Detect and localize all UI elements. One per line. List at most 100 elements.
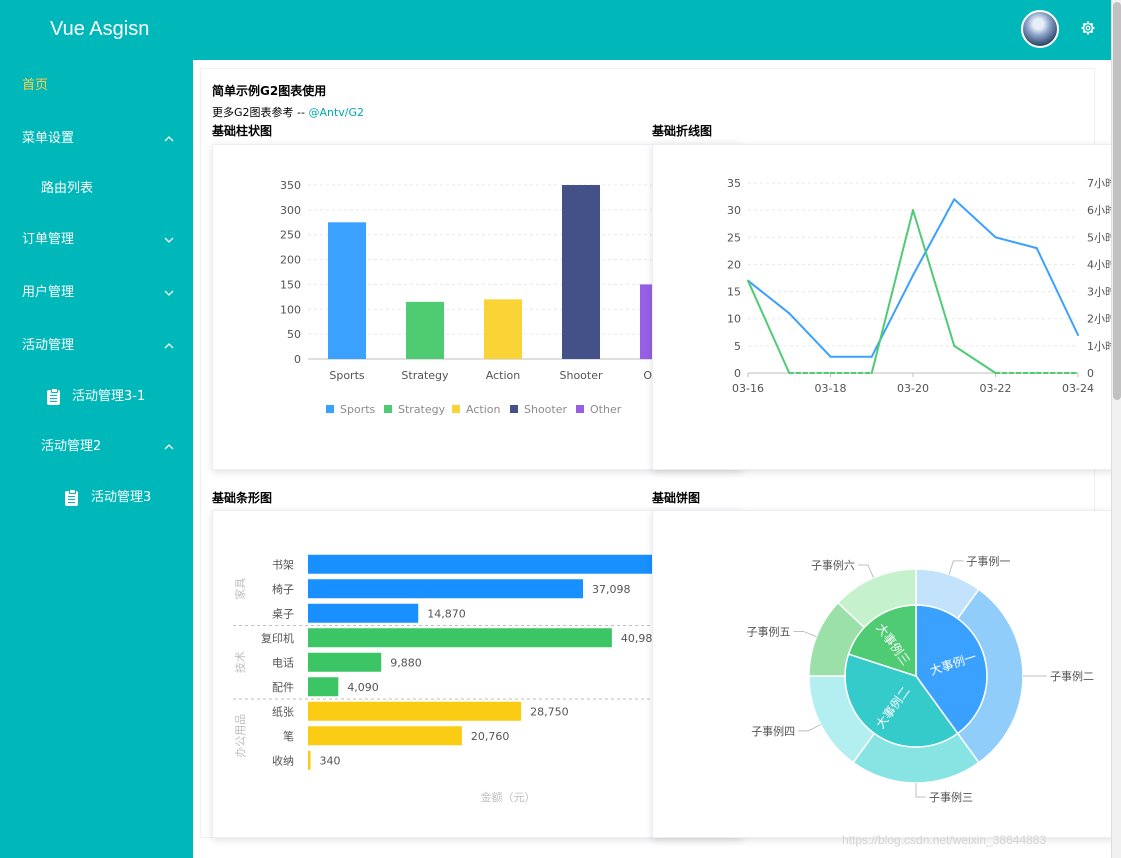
sidebar: 首页 菜单设置 路由列表 订单管理 用户管理 活动管理 活动管理3-1 活动管理… — [0, 60, 193, 858]
category-label: 收纳 — [272, 753, 294, 767]
outer-slice-label: 子事例一 — [966, 554, 1010, 568]
scrollbar-thumb[interactable] — [1113, 2, 1121, 400]
y-tick-label: 350 — [280, 179, 301, 192]
sidebar-item-label: 菜单设置 — [22, 131, 75, 146]
sidebar-item-label: 活动管理2 — [41, 439, 102, 454]
user-avatar[interactable] — [1021, 10, 1059, 48]
outer-slice-label: 子事例二 — [1050, 669, 1094, 683]
y-tick-label: 200 — [280, 254, 301, 267]
outer-slice-label: 子事例五 — [746, 624, 790, 638]
reference-line: 更多G2图表参考 -- @Antv/G2 — [212, 104, 364, 120]
gear-icon[interactable] — [1081, 21, 1095, 35]
hbar — [308, 628, 612, 648]
hbar — [308, 603, 419, 623]
y-tick-label: 15 — [727, 286, 741, 299]
line-chart: 0 05 1小时10 2小时15 3小时20 4小时25 5小时30 6小时35 7小时03-1… — [727, 177, 1116, 395]
value-label: 20,760 — [471, 730, 510, 743]
document-icon — [65, 489, 78, 506]
series-line-segment — [953, 344, 997, 374]
hbar — [308, 652, 382, 672]
sidebar-item-activity-3-1[interactable]: 活动管理3-1 — [0, 377, 193, 417]
sidebar-item-label: 路由列表 — [41, 181, 94, 196]
hbar — [308, 750, 311, 770]
x-tick-label: 03-16 — [732, 382, 764, 395]
series-line-segment — [994, 236, 1038, 250]
label-leader-line — [948, 560, 964, 575]
pie-chart-panel: 大事例一 大事例二 大事例三 子事例一 子事例二 子事例三 子事例四 子事例五 子事例六 — [652, 510, 1121, 838]
hbar-chart-title: 基础条形图 — [212, 491, 273, 505]
y-tick-label: 250 — [280, 229, 301, 242]
sidebar-item-label: 活动管理 — [22, 338, 75, 353]
x-axis-title: 金额（元） — [481, 790, 536, 804]
y-tick-label: 25 — [727, 231, 741, 244]
x-tick-label: 03-24 — [1062, 382, 1094, 395]
y2-tick-label: 0 — [1087, 367, 1094, 380]
main-content: 简单示例G2图表使用 更多G2图表参考 -- @Antv/G2 基础柱状图 基础… — [193, 60, 1121, 858]
label-leader-line — [857, 564, 874, 578]
sidebar-item-activities[interactable]: 活动管理 — [0, 326, 193, 366]
sidebar-item-label: 活动管理3-1 — [72, 389, 146, 404]
series-line-segment — [747, 279, 791, 374]
app-title: Vue Asgisn — [50, 18, 150, 40]
y-tick-label: 150 — [280, 278, 301, 291]
sidebar-item-menu-settings[interactable]: 菜单设置 — [0, 119, 193, 159]
sidebar-item-route-list[interactable]: 路由列表 — [0, 169, 193, 209]
top-bar: Vue Asgisn — [0, 0, 1121, 60]
series-line-segment — [953, 198, 997, 239]
sidebar-item-activity-3[interactable]: 活动管理3 — [0, 478, 193, 518]
category-label: 配件 — [272, 681, 294, 694]
y-tick-label: 0 — [734, 367, 741, 380]
hbar — [308, 701, 522, 721]
sidebar-item-label: 订单管理 — [22, 232, 75, 247]
watermark: https://blog.csdn.net/weixin_38644883 — [842, 833, 1047, 847]
bar — [562, 185, 600, 359]
sidebar-item-activity-2[interactable]: 活动管理2 — [0, 427, 193, 467]
category-label: 电话 — [272, 656, 294, 669]
hbar — [308, 677, 339, 697]
page-scrollbar[interactable] — [1111, 0, 1121, 858]
value-label: 4,090 — [347, 681, 379, 694]
sidebar-item-home[interactable]: 首页 — [0, 66, 193, 106]
legend-marker — [384, 405, 392, 413]
document-icon — [47, 388, 60, 405]
value-label: 340 — [320, 754, 341, 767]
y-tick-label: 5 — [734, 340, 741, 353]
category-label: 桌子 — [272, 607, 294, 620]
legend-marker — [326, 405, 334, 413]
chevron-down-icon — [164, 290, 174, 296]
antv-g2-link[interactable]: @Antv/G2 — [308, 106, 364, 119]
group-label: 办公用品 — [234, 714, 247, 758]
category-label: 书架 — [272, 558, 294, 571]
legend-item: Action — [466, 403, 500, 416]
label-leader-line — [798, 724, 821, 732]
legend-item: Other — [590, 403, 622, 416]
x-tick-label: Sports — [329, 369, 365, 382]
category-label: 椅子 — [272, 582, 294, 596]
legend-item: Strategy — [398, 403, 446, 416]
x-tick-label: Strategy — [401, 369, 449, 382]
value-label: 37,098 — [592, 583, 631, 596]
y-tick-label: 50 — [287, 328, 301, 341]
sidebar-item-label: 用户管理 — [22, 285, 75, 300]
y-tick-label: 20 — [727, 258, 741, 271]
value-label: 28,750 — [530, 705, 569, 718]
legend-item: Sports — [340, 403, 376, 416]
bar-chart-title: 基础柱状图 — [212, 124, 273, 138]
x-tick-label: Action — [486, 369, 520, 382]
chevron-up-icon — [164, 444, 174, 450]
bar — [406, 301, 444, 359]
sidebar-item-label: 活动管理3 — [91, 490, 152, 505]
category-label: 笔 — [283, 729, 294, 743]
legend-marker — [510, 405, 518, 413]
hbar — [308, 726, 462, 746]
legend-marker — [576, 405, 584, 413]
hbar — [308, 554, 672, 574]
page-title: 简单示例G2图表使用 — [212, 84, 327, 98]
sidebar-item-orders[interactable]: 订单管理 — [0, 220, 193, 260]
y-tick-label: 100 — [280, 303, 301, 316]
outer-slice-label: 子事例六 — [811, 558, 855, 572]
chevron-down-icon — [164, 237, 174, 243]
sidebar-item-users[interactable]: 用户管理 — [0, 273, 193, 313]
x-tick-label: 03-20 — [897, 382, 929, 395]
legend-item: Shooter — [524, 403, 567, 416]
